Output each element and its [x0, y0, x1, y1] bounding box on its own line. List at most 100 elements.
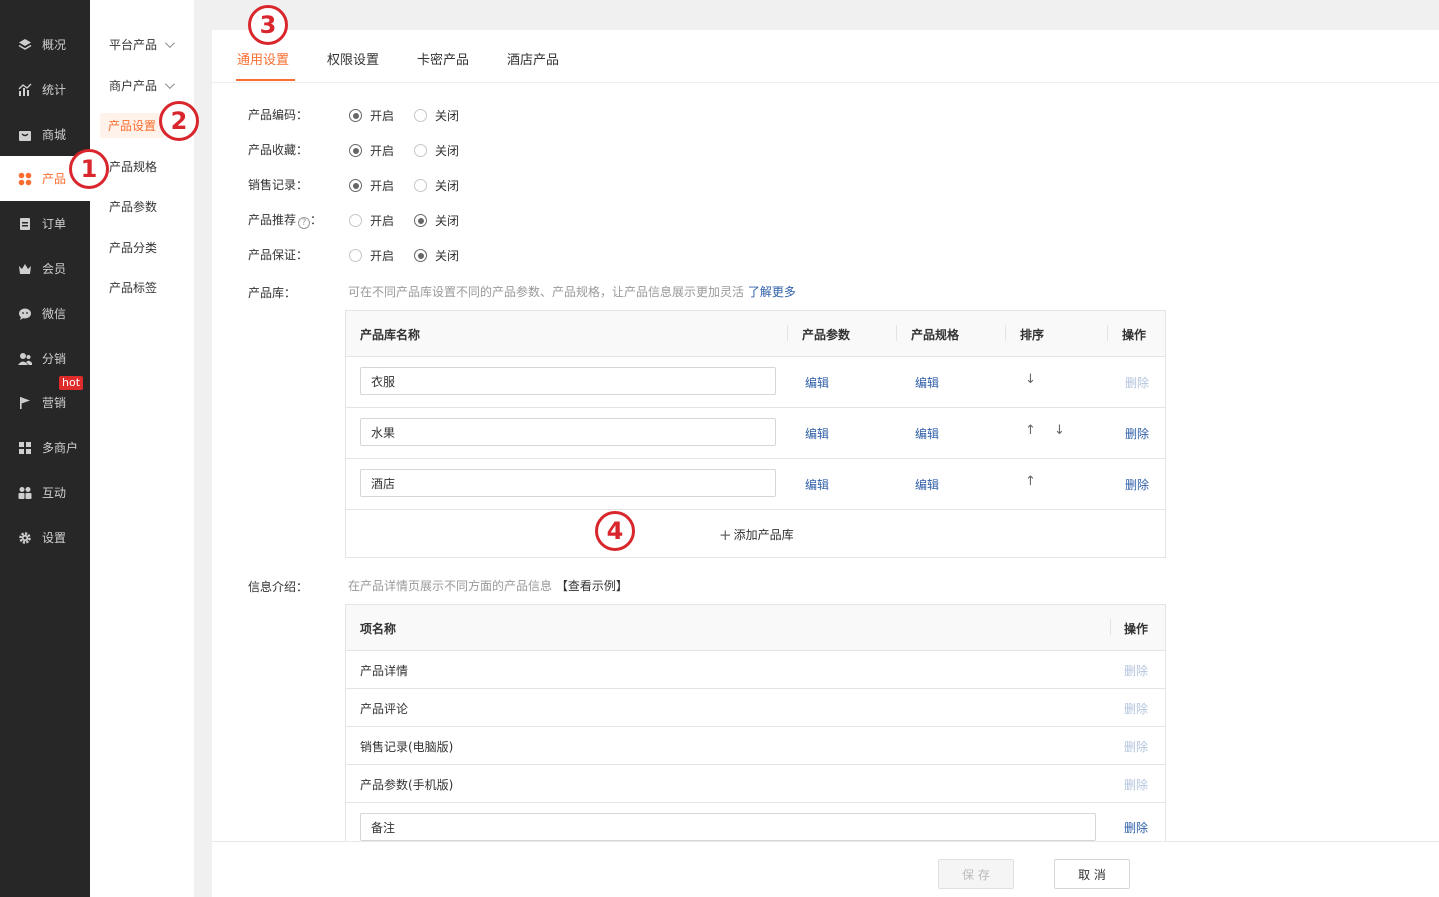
tab-hotel-products[interactable]: 酒店产品 — [507, 49, 559, 68]
view-example-link[interactable]: 【查看示例】 — [556, 579, 628, 593]
edit-specs-link[interactable]: 编辑 — [915, 374, 939, 391]
item-name-input[interactable] — [360, 813, 1096, 841]
sub-item-merchant-products[interactable]: 商户产品 — [109, 77, 175, 94]
distribution-icon — [17, 351, 33, 367]
nav-item-distribution[interactable]: 分销 — [0, 336, 90, 381]
col-header-specs: 产品规格 — [911, 328, 960, 342]
nav-item-interaction[interactable]: 互动 — [0, 470, 90, 515]
add-library-button[interactable]: + 添加产品库 — [719, 526, 794, 544]
radio-sales-record-off[interactable]: 关闭 — [414, 177, 459, 194]
radio-product-code-on[interactable]: 开启 — [349, 107, 394, 124]
library-name-input[interactable] — [360, 367, 776, 395]
col-header-action: 操作 — [1122, 328, 1147, 342]
table-row: 产品评论 删除 — [346, 689, 1165, 727]
save-button[interactable]: 保 存 — [938, 859, 1014, 889]
sub-item-product-specs[interactable]: 产品规格 — [109, 158, 157, 175]
arrow-up-icon[interactable]: ↑ — [1025, 423, 1036, 438]
nav-item-multi-merchant[interactable]: 多商户 — [0, 425, 90, 470]
layers-icon — [17, 37, 33, 53]
arrow-down-icon[interactable]: ↓ — [1025, 372, 1036, 387]
delete-link[interactable]: 删除 — [1124, 776, 1148, 793]
nav-item-overview[interactable]: 概况 — [0, 22, 90, 67]
nav-item-members[interactable]: 会员 — [0, 246, 90, 291]
top-strip — [194, 0, 1439, 11]
table-row: 编辑 编辑 ↑ 删除 — [346, 459, 1165, 510]
delete-link[interactable]: 删除 — [1125, 425, 1149, 442]
nav-label: 营销 — [42, 396, 67, 410]
delete-link[interactable]: 删除 — [1124, 700, 1148, 717]
radio-favorites-off[interactable]: 关闭 — [414, 142, 459, 159]
interaction-icon — [17, 485, 33, 501]
sub-item-product-params[interactable]: 产品参数 — [109, 198, 157, 215]
nav-label: 统计 — [42, 83, 67, 97]
tab-card-products[interactable]: 卡密产品 — [417, 49, 469, 68]
table-row: 产品详情 删除 — [346, 651, 1165, 689]
field-label-library: 产品库： — [248, 286, 297, 300]
radio-product-code-off[interactable]: 关闭 — [414, 107, 459, 124]
arrow-up-icon[interactable]: ↑ — [1025, 474, 1036, 489]
nav-item-settings[interactable]: 设置 — [0, 515, 90, 560]
radio-favorites-on[interactable]: 开启 — [349, 142, 394, 159]
arrow-down-icon[interactable]: ↓ — [1054, 423, 1065, 438]
radio-recommend-off[interactable]: 关闭 — [414, 212, 459, 229]
nav-item-wechat[interactable]: 微信 — [0, 291, 90, 336]
learn-more-link[interactable]: 了解更多 — [748, 285, 796, 299]
tab-general[interactable]: 通用设置 — [237, 49, 289, 68]
field-label: 产品收藏： — [248, 143, 309, 157]
nav-label: 概况 — [42, 38, 67, 52]
flag-icon — [17, 395, 33, 411]
delete-link[interactable]: 删除 — [1125, 476, 1149, 493]
edit-specs-link[interactable]: 编辑 — [915, 476, 939, 493]
edit-specs-link[interactable]: 编辑 — [915, 425, 939, 442]
nav-label: 互动 — [42, 486, 67, 500]
chevron-down-icon — [164, 79, 175, 90]
annotation-marker: 1 — [69, 149, 109, 189]
col-header-name: 产品库名称 — [360, 328, 421, 342]
edit-params-link[interactable]: 编辑 — [805, 374, 829, 391]
library-name-input[interactable] — [360, 418, 776, 446]
field-label: 销售记录： — [248, 178, 309, 192]
product-grid-icon — [17, 171, 33, 187]
col-header-params: 产品参数 — [802, 328, 851, 342]
help-icon[interactable]: ? — [298, 217, 311, 229]
radio-guarantee-on[interactable]: 开启 — [349, 247, 394, 264]
add-library-row: + 添加产品库 — [346, 510, 1165, 557]
item-name: 销售记录(电脑版) — [360, 740, 454, 754]
annotation-marker: 4 — [595, 511, 635, 551]
nav-label: 会员 — [42, 262, 67, 276]
nav-item-statistics[interactable]: 统计 — [0, 67, 90, 112]
action-footer: 保 存 取 消 — [212, 841, 1439, 897]
info-table: 项名称 操作 产品详情 删除 产品评论 删除 销售记录(电脑版) 删除 产品参数… — [345, 604, 1166, 841]
library-hint: 可在不同产品库设置不同的产品参数、产品规格，让产品信息展示更加灵活 了解更多 — [348, 285, 796, 299]
wechat-icon — [17, 306, 33, 322]
delete-link[interactable]: 删除 — [1124, 819, 1148, 836]
item-name: 产品详情 — [360, 664, 409, 678]
nav-item-orders[interactable]: 订单 — [0, 201, 90, 246]
radio-recommend-on[interactable]: 开启 — [349, 212, 394, 229]
table-row: 编辑 编辑 ↓ 删除 — [346, 357, 1165, 408]
info-hint: 在产品详情页展示不同方面的产品信息 【查看示例】 — [348, 579, 628, 593]
item-name: 产品参数(手机版) — [360, 778, 454, 792]
sub-item-product-tags[interactable]: 产品标签 — [109, 279, 157, 296]
library-name-input[interactable] — [360, 469, 776, 497]
nav-item-store[interactable]: 商城 — [0, 112, 90, 157]
cancel-button[interactable]: 取 消 — [1054, 859, 1130, 889]
field-label-info: 信息介绍： — [248, 580, 309, 594]
settings-panel: 通用设置 权限设置 卡密产品 酒店产品 产品编码： 开启 关闭 产品收藏： 开启… — [212, 30, 1439, 841]
delete-link[interactable]: 删除 — [1124, 738, 1148, 755]
sub-item-product-category[interactable]: 产品分类 — [109, 239, 157, 256]
delete-link[interactable]: 删除 — [1124, 662, 1148, 679]
edit-params-link[interactable]: 编辑 — [805, 425, 829, 442]
library-table: 产品库名称 产品参数 产品规格 排序 操作 编辑 编辑 ↓ 删除 编辑 编辑 ↑… — [345, 310, 1166, 558]
nav-label: 多商户 — [42, 441, 79, 455]
sub-item-platform-products[interactable]: 平台产品 — [109, 36, 175, 53]
hot-badge: hot — [59, 376, 84, 390]
radio-sales-record-on[interactable]: 开启 — [349, 177, 394, 194]
edit-params-link[interactable]: 编辑 — [805, 476, 829, 493]
table-row: 销售记录(电脑版) 删除 — [346, 727, 1165, 765]
delete-link[interactable]: 删除 — [1125, 374, 1149, 391]
radio-guarantee-off[interactable]: 关闭 — [414, 247, 459, 264]
tab-permissions[interactable]: 权限设置 — [327, 49, 379, 68]
sub-item-product-settings[interactable]: 产品设置 — [100, 113, 165, 138]
table-header: 产品库名称 产品参数 产品规格 排序 操作 — [346, 311, 1165, 357]
